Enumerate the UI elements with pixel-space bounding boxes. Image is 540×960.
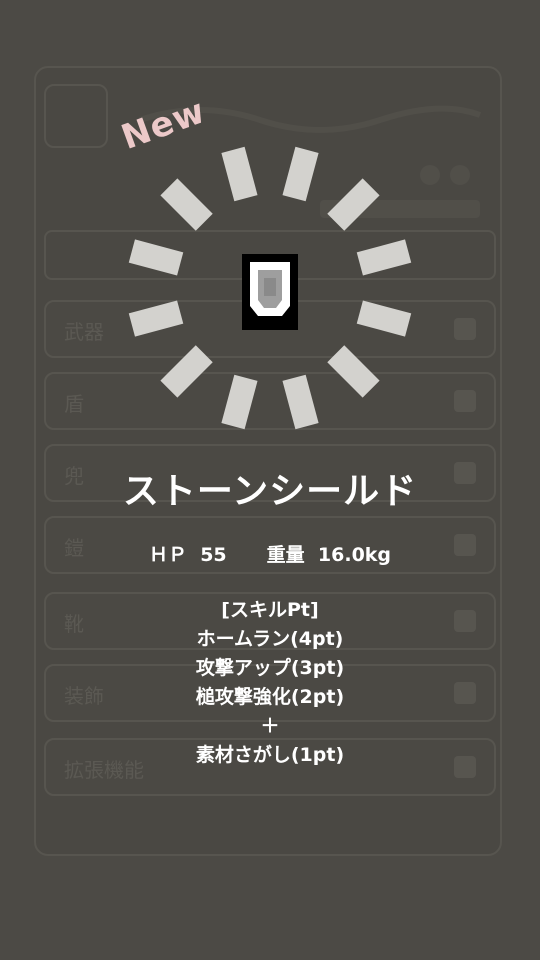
burst-ray (221, 374, 258, 430)
weight-value: 16.0kg (317, 544, 392, 566)
weight-label: 重量 (266, 544, 305, 566)
hp-value: 55 (200, 544, 227, 566)
burst-ray (221, 146, 258, 202)
burst-ray (327, 178, 380, 231)
skill-points-list: [スキルPt] ホームラン(4pt) 攻撃アップ(3pt) 槌攻撃強化(2pt)… (0, 596, 540, 770)
burst-ray (160, 178, 213, 231)
burst-ray (282, 374, 319, 430)
burst-ray (327, 345, 380, 398)
skill-line: ホームラン(4pt) (196, 628, 344, 650)
burst-ray (128, 239, 184, 276)
shield-icon (242, 254, 298, 330)
skill-header: [スキルPt] (221, 599, 319, 621)
skill-line: 素材さがし(1pt) (195, 744, 345, 766)
burst-ray (160, 345, 213, 398)
burst-ray (282, 146, 319, 202)
skill-line: 槌攻撃強化(2pt) (195, 686, 345, 708)
burst-ray (356, 300, 412, 337)
skill-line: 攻撃アップ(3pt) (195, 657, 345, 679)
item-name: ストーンシールド (122, 471, 418, 512)
burst-ray (128, 300, 184, 337)
skill-plus: ＋ (260, 715, 280, 737)
item-stats: ＨＰ 55 重量 16.0kg (0, 540, 540, 567)
hp-label: ＨＰ (148, 544, 187, 566)
burst-ray (356, 239, 412, 276)
